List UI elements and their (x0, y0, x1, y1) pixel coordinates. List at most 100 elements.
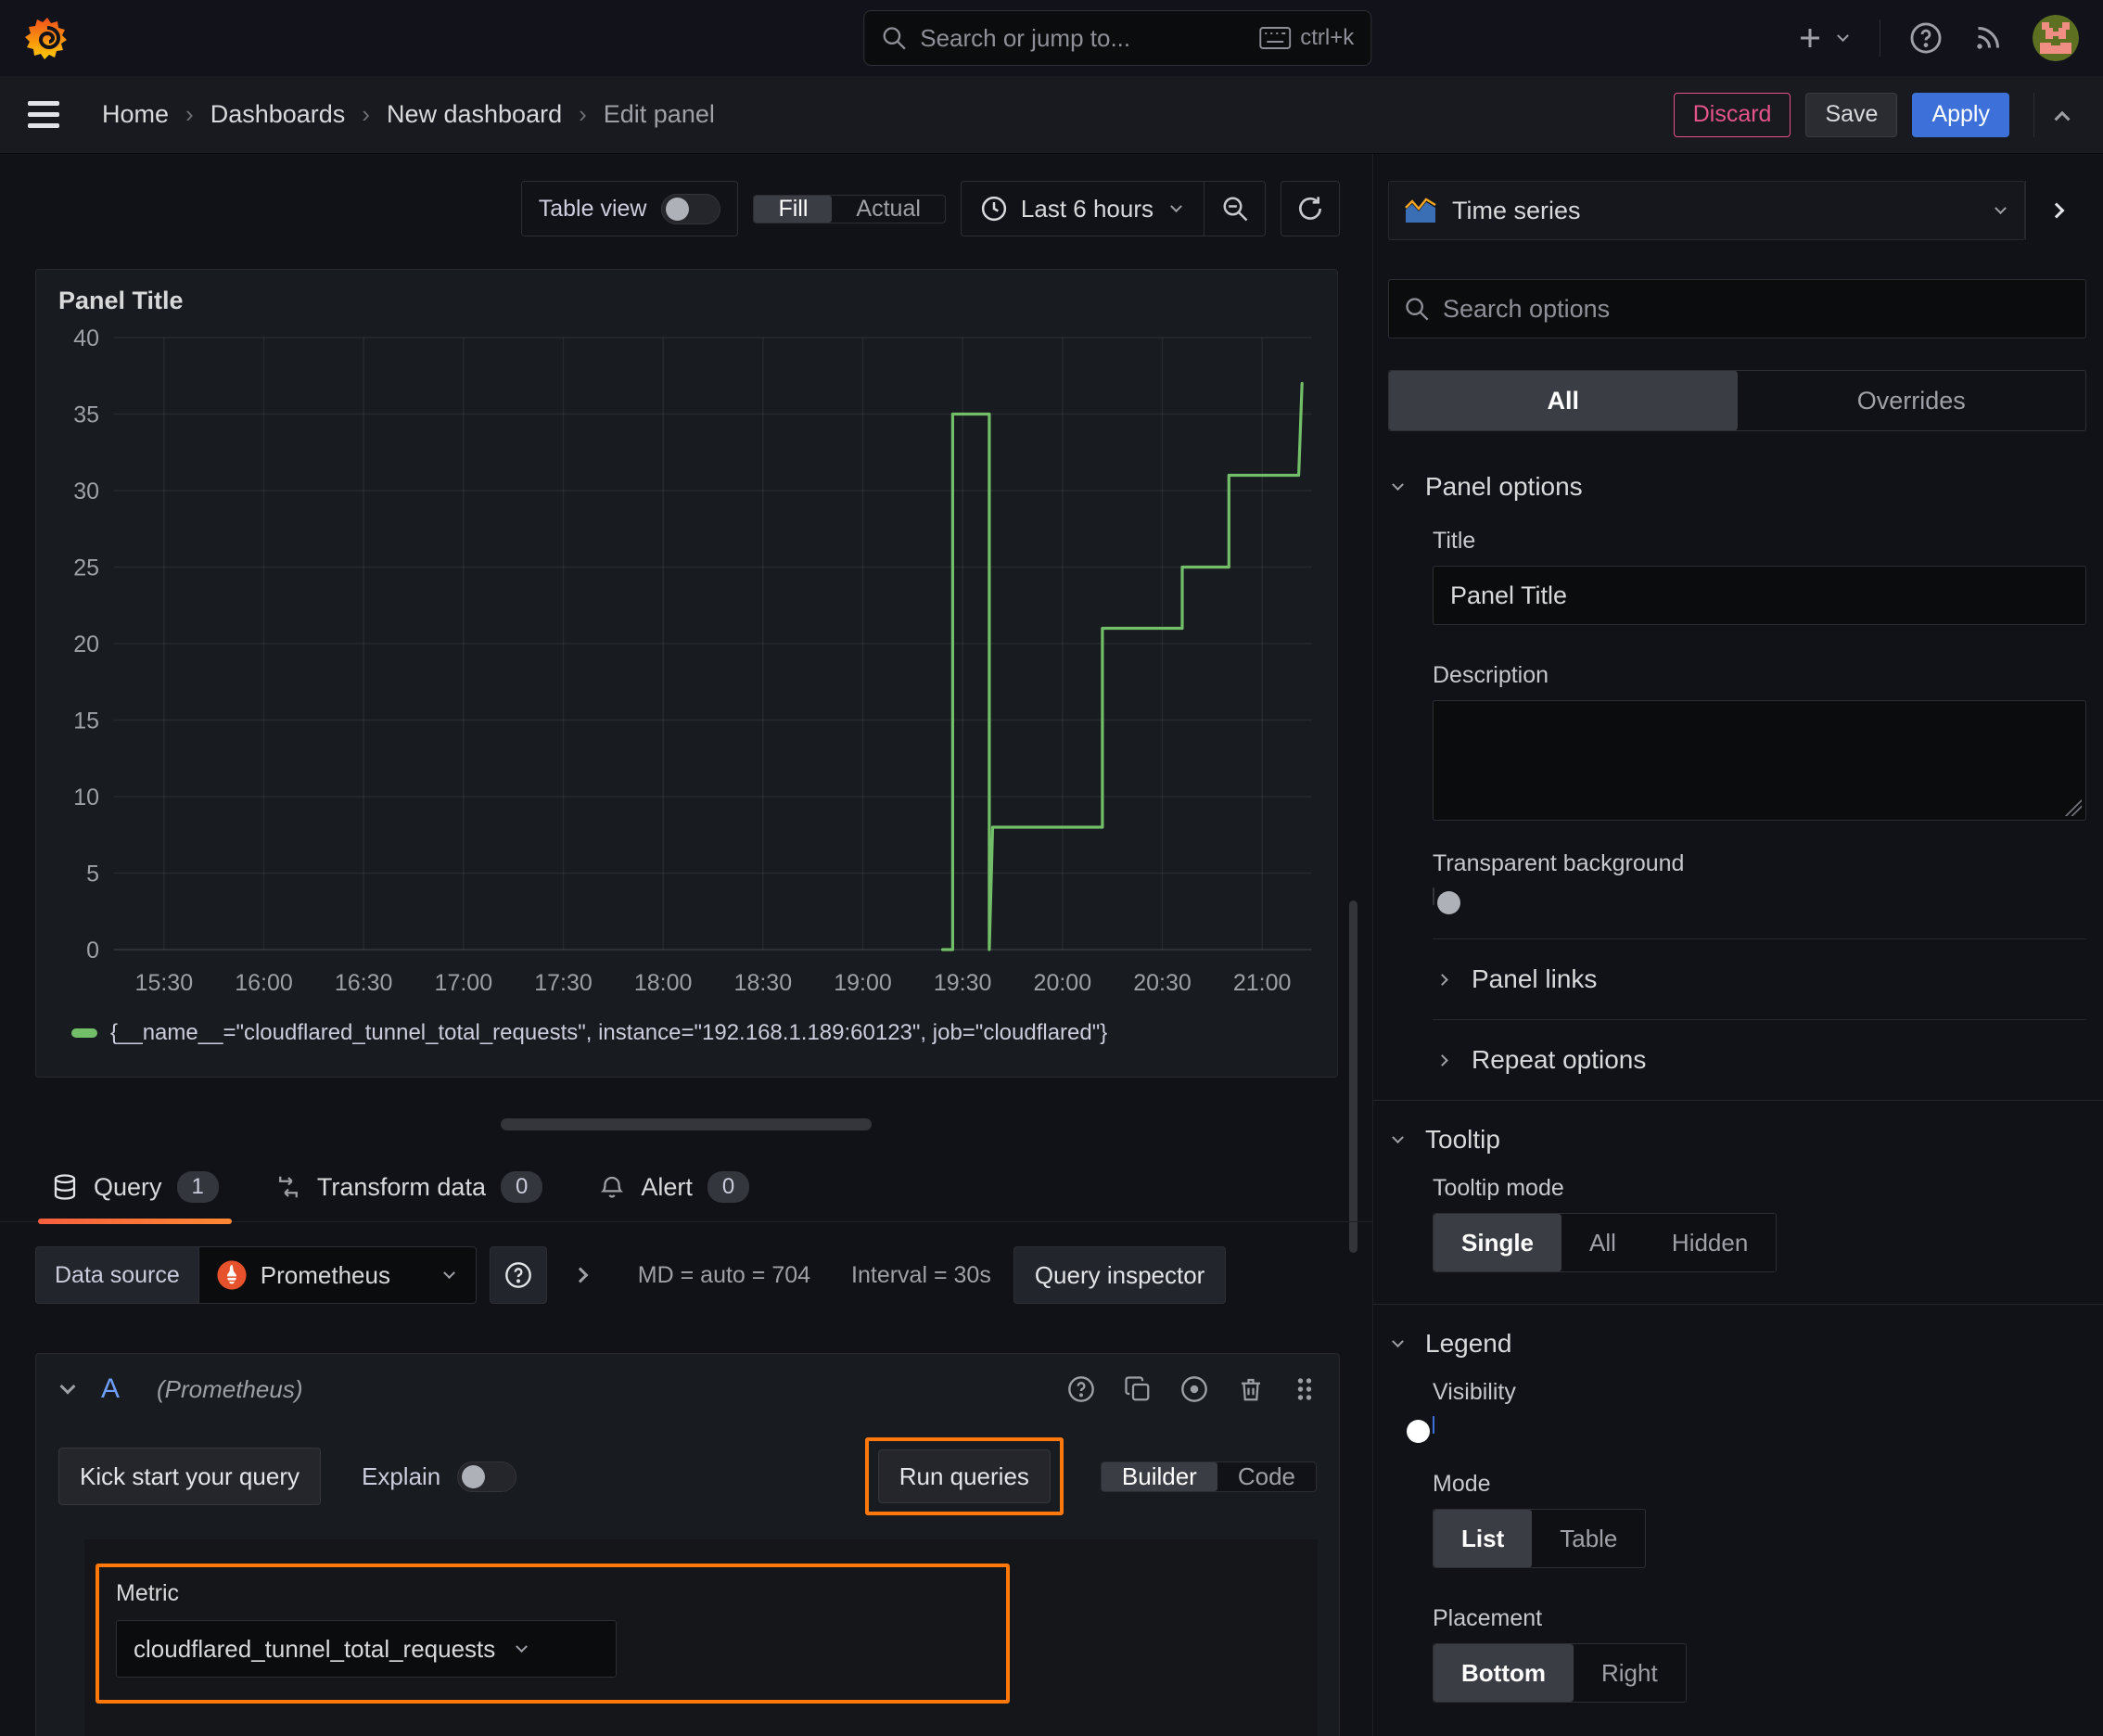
datasource-select[interactable]: Prometheus (198, 1246, 477, 1304)
svg-text:20:00: 20:00 (1034, 970, 1092, 996)
query-inspector-button[interactable]: Query inspector (1013, 1246, 1227, 1304)
horizontal-splitter-handle[interactable] (501, 1118, 872, 1130)
builder-option[interactable]: Builder (1101, 1462, 1217, 1491)
collapse-options-pane-button[interactable] (2025, 181, 2086, 240)
apply-button[interactable]: Apply (1912, 92, 2009, 137)
breadcrumb-dashboards[interactable]: Dashboards (210, 100, 346, 129)
breadcrumb: Home › Dashboards › New dashboard › Edit… (102, 100, 715, 129)
query-ref-id[interactable]: A (101, 1373, 120, 1405)
bell-icon (598, 1173, 626, 1201)
options-expand-icon[interactable] (571, 1266, 590, 1284)
tooltip-mode-single[interactable]: Single (1434, 1214, 1562, 1271)
legend-mode-list[interactable]: List (1434, 1510, 1533, 1567)
visualization-select[interactable]: Time series (1388, 181, 2025, 240)
legend-mode-table[interactable]: Table (1532, 1510, 1645, 1567)
svg-text:25: 25 (73, 555, 99, 581)
time-range-picker[interactable]: Last 6 hours (962, 182, 1204, 236)
panel-options-body: Title Description Transparent background (1388, 528, 2086, 914)
kick-start-query-button[interactable]: Kick start your query (58, 1448, 321, 1505)
tooltip-header: Tooltip (1425, 1125, 1500, 1154)
grafana-logo-icon[interactable] (24, 15, 70, 61)
zoom-out-button[interactable] (1204, 182, 1265, 236)
search-placeholder: Search or jump to... (920, 23, 1131, 52)
panel-toolbar: Table view Fill Actual Last 6 hours (520, 181, 1340, 236)
resize-handle-icon[interactable] (2065, 799, 2082, 816)
code-option[interactable]: Code (1217, 1462, 1316, 1491)
time-series-chart[interactable]: 0 5 10 15 20 25 30 35 40 15:30 16:00 16:30 17:00 17:3… (49, 317, 1324, 1015)
tab-transform-data[interactable]: Transform data 0 (274, 1171, 543, 1221)
database-icon (51, 1173, 79, 1201)
actual-option[interactable]: Actual (832, 196, 944, 223)
legend-placement-right[interactable]: Right (1574, 1644, 1686, 1702)
run-queries-button[interactable]: Run queries (877, 1449, 1051, 1503)
legend-visibility-toggle[interactable] (1407, 1416, 1434, 1443)
tab-query[interactable]: Query 1 (38, 1171, 232, 1224)
query-row-header[interactable]: A (Prometheus) (36, 1354, 1339, 1424)
refresh-button[interactable] (1281, 181, 1340, 236)
description-label: Description (1433, 662, 1549, 688)
table-view-toggle[interactable] (661, 193, 721, 224)
tooltip-mode-all[interactable]: All (1561, 1214, 1644, 1271)
news-rss-icon[interactable] (1971, 21, 2005, 55)
options-search-input[interactable] (1443, 294, 2071, 324)
svg-text:19:00: 19:00 (834, 970, 892, 996)
section-legend[interactable]: Legend (1388, 1305, 2086, 1379)
hide-response-eye-icon[interactable] (1179, 1374, 1209, 1404)
breadcrumb-new-dashboard[interactable]: New dashboard (387, 100, 562, 129)
tab-overrides[interactable]: Overrides (1738, 371, 2086, 430)
collapse-up-icon[interactable] (2033, 92, 2071, 137)
section-tooltip[interactable]: Tooltip (1388, 1101, 2086, 1175)
menu-icon[interactable] (28, 101, 59, 128)
description-textarea[interactable] (1433, 700, 2086, 821)
legend-placement-bottom[interactable]: Bottom (1434, 1644, 1574, 1702)
fill-option[interactable]: Fill (754, 195, 833, 223)
drag-handle-icon[interactable] (1293, 1375, 1317, 1403)
grafana-edit-panel-page: Search or jump to... ctrl+k Home › Dashb… (0, 0, 2103, 1736)
tab-transform-label: Transform data (316, 1172, 486, 1201)
builder-code-group: Builder Code (1100, 1461, 1317, 1492)
section-repeat-options[interactable]: Repeat options (1433, 1020, 2086, 1100)
svg-text:30: 30 (73, 479, 99, 504)
plus-icon (1801, 29, 1819, 47)
svg-text:0: 0 (86, 938, 99, 964)
legend-mode-label: Mode (1433, 1471, 1491, 1497)
delete-query-icon[interactable] (1237, 1375, 1265, 1403)
global-search-bar[interactable]: Search or jump to... ctrl+k (863, 10, 1372, 66)
chevron-down-icon (1388, 478, 1407, 496)
edit-panel-main: Table view Fill Actual Last 6 hours Pane… (0, 154, 1372, 1736)
datasource-help-button[interactable] (489, 1246, 547, 1304)
query-row-actions (1066, 1374, 1317, 1404)
section-panel-links[interactable]: Panel links (1433, 939, 2086, 1019)
add-new-button[interactable] (1796, 24, 1852, 52)
tab-alert-count: 0 (707, 1171, 750, 1203)
transparent-background-toggle[interactable] (1433, 887, 1460, 914)
svg-text:35: 35 (73, 402, 99, 428)
svg-text:16:00: 16:00 (235, 970, 293, 996)
save-button[interactable]: Save (1805, 92, 1898, 137)
help-icon[interactable] (1908, 20, 1944, 56)
query-options-summary[interactable]: MD = auto = 704 Interval = 30s (638, 1262, 991, 1289)
options-search-box (1388, 279, 2086, 338)
user-avatar[interactable] (2033, 15, 2079, 61)
tab-all[interactable]: All (1389, 371, 1738, 430)
query-action-row: Kick start your query Explain Run querie… (58, 1437, 1317, 1515)
query-editor-card: A (Prometheus) Kick start your query Exp… (35, 1353, 1340, 1736)
series-legend-label[interactable]: {__name__="cloudflared_tunnel_total_requ… (110, 1020, 1107, 1046)
svg-text:40: 40 (73, 326, 99, 351)
legend-mode-group: List Table (1433, 1509, 1647, 1568)
breadcrumb-home[interactable]: Home (102, 100, 169, 129)
discard-button[interactable]: Discard (1673, 92, 1791, 137)
panel-options-header: Panel options (1425, 472, 1583, 501)
collapse-query-icon[interactable] (58, 1378, 77, 1398)
svg-text:5: 5 (86, 862, 99, 887)
tooltip-mode-hidden[interactable]: Hidden (1644, 1214, 1776, 1271)
datasource-row: Data source Prometheus MD = auto = 704 I… (35, 1246, 1227, 1304)
svg-text:18:30: 18:30 (734, 970, 793, 996)
section-panel-options[interactable]: Panel options (1388, 448, 2086, 522)
metric-select[interactable]: cloudflared_tunnel_total_requests (116, 1620, 617, 1678)
explain-toggle[interactable] (457, 1461, 517, 1492)
panel-title-input[interactable] (1433, 566, 2086, 625)
query-help-icon[interactable] (1066, 1374, 1096, 1404)
duplicate-query-icon[interactable] (1124, 1375, 1152, 1403)
tab-alert[interactable]: Alert 0 (598, 1171, 750, 1221)
